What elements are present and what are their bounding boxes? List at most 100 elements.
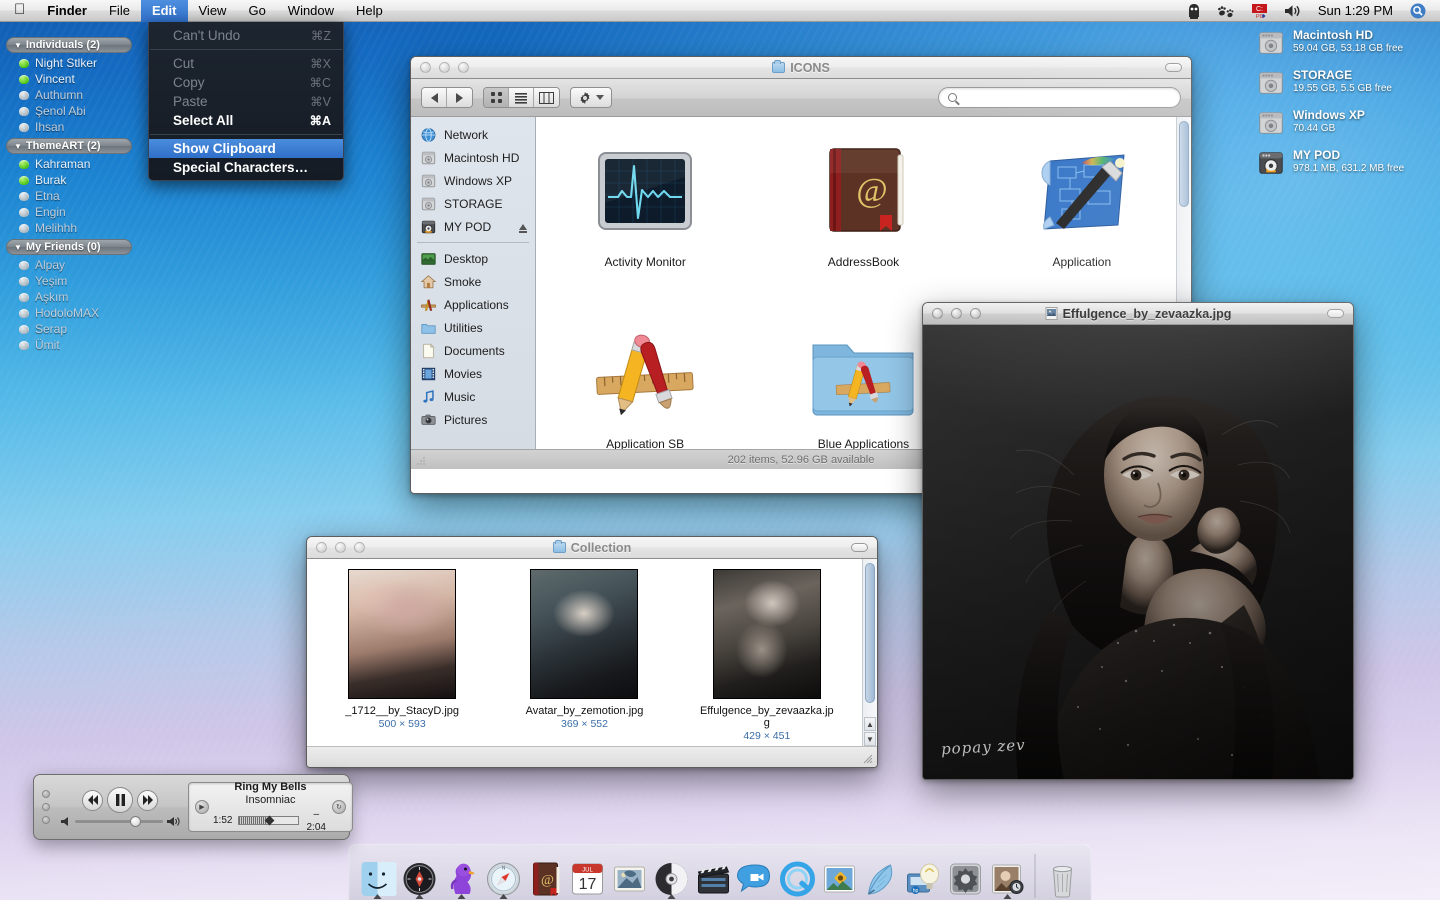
buddy-row[interactable]: Şenol Abi [6, 103, 132, 119]
edit-menu-dropdown[interactable]: Can't Undo ⌘Z Cut ⌘X Copy ⌘C Paste ⌘V Se… [148, 22, 344, 181]
buddy-row[interactable]: Etna [6, 188, 132, 204]
menu-item-paste[interactable]: Paste ⌘V [149, 92, 343, 111]
volume-knob[interactable] [130, 816, 141, 827]
scrollbar-thumb[interactable] [865, 563, 875, 703]
buddy-row[interactable]: Ümit [6, 337, 132, 353]
itunes-display[interactable]: ▶ Ring My Bells Insomniac 1:52 –2:04 ↻ [188, 781, 353, 833]
sidebar-item-my-pod[interactable]: MY POD [411, 215, 535, 238]
play-pause-button[interactable] [107, 787, 133, 813]
player-window-controls[interactable] [40, 790, 52, 824]
search-input[interactable] [938, 87, 1181, 108]
minimize-button[interactable] [951, 308, 962, 319]
column-view-button[interactable] [534, 88, 559, 107]
minimize-button[interactable] [335, 542, 346, 553]
dock-item-hp-utility[interactable]: hp [904, 854, 944, 898]
progress-bar[interactable] [238, 815, 299, 826]
dock-item-system-preferences[interactable] [946, 854, 986, 898]
sidebar-item-windows-xp[interactable]: Windows XP [411, 169, 535, 192]
finder-titlebar[interactable]: ICONS [411, 57, 1191, 79]
sidebar-item-pictures[interactable]: Pictures [411, 408, 535, 431]
zoom-button[interactable] [970, 308, 981, 319]
dock-item-ical[interactable]: JUL 17 [568, 854, 608, 898]
photo-thumbnail[interactable] [530, 569, 639, 699]
dock-item-iphoto[interactable] [820, 854, 860, 898]
disclosure-triangle-icon[interactable]: ▼ [14, 243, 22, 252]
buddy-row[interactable]: Aşkım [6, 289, 132, 305]
buddy-row[interactable]: Vincent [6, 71, 132, 87]
window-controls[interactable] [307, 542, 365, 553]
finder-sidebar[interactable]: Network Macintosh HD Windows XP STORAGE … [411, 117, 536, 449]
menu-item-cant-undo[interactable]: Can't Undo ⌘Z [149, 26, 343, 45]
desktop-drive[interactable]: STORAGE 19.55 GB, 5.5 GB free [1256, 68, 1436, 98]
spotlight-search-icon[interactable] [1402, 0, 1434, 22]
close-button[interactable] [420, 62, 431, 73]
finder-item[interactable]: Application SB [536, 307, 754, 449]
menu-bar-clock[interactable]: Sun 1:29 PM [1309, 3, 1402, 18]
buddy-row[interactable]: HodoloMAX [6, 305, 132, 321]
icon-view-button[interactable] [484, 88, 509, 107]
buddy-group-header[interactable]: ▼ Individuals (2) [6, 37, 132, 53]
dock-item-idvd[interactable] [652, 854, 692, 899]
toolbar-toggle-button[interactable] [851, 543, 868, 552]
desktop-drive[interactable]: Macintosh HD 59.04 GB, 53.18 GB free [1256, 28, 1436, 58]
menu-file[interactable]: File [98, 0, 141, 22]
close-button[interactable] [316, 542, 327, 553]
scroll-up-button[interactable]: ▲ [864, 717, 876, 731]
dock-item-ichat[interactable] [736, 854, 776, 898]
window-controls[interactable] [411, 62, 469, 73]
sidebar-item-movies[interactable]: Movies [411, 362, 535, 385]
photo-thumbnail[interactable] [348, 569, 457, 699]
finder-window-collection[interactable]: Collection _1712__by_StacyD.jpg 500 × 59… [306, 536, 878, 768]
zoom-button[interactable] [458, 62, 469, 73]
repeat-button[interactable]: ↻ [331, 800, 346, 814]
close-button[interactable] [932, 308, 943, 319]
transport-controls[interactable] [60, 787, 180, 827]
resize-grip-icon[interactable] [416, 455, 427, 466]
itunes-mini-player[interactable]: ▶ Ring My Bells Insomniac 1:52 –2:04 ↻ [33, 774, 353, 840]
toolbar-toggle-button[interactable] [1327, 309, 1344, 318]
buddy-row[interactable]: Yeşim [6, 273, 132, 289]
dock-item-mail[interactable] [610, 854, 650, 898]
buddy-group-header[interactable]: ▼ ThemeART (2) [6, 138, 132, 154]
collection-item[interactable]: Avatar_by_zemotion.jpg 369 × 552 [493, 569, 675, 746]
dock-item-photo-booth[interactable] [988, 854, 1028, 899]
volume-icon[interactable] [1276, 0, 1309, 22]
scroll-down-button[interactable]: ▼ [864, 732, 876, 746]
desktop-drive[interactable]: Windows XP 70.44 GB [1256, 108, 1436, 138]
buddy-row[interactable]: Alpay [6, 257, 132, 273]
minimize-button[interactable] [42, 803, 50, 811]
buddy-row[interactable]: Kahraman [6, 156, 132, 172]
list-view-button[interactable] [509, 88, 534, 107]
dock-item-imovie[interactable] [694, 854, 734, 898]
sidebar-item-storage[interactable]: STORAGE [411, 192, 535, 215]
dock-item-quicktime[interactable] [778, 854, 818, 898]
menu-help[interactable]: Help [345, 0, 394, 22]
info-toggle-button[interactable]: ▶ [195, 800, 209, 814]
close-button[interactable] [42, 790, 50, 798]
menu-bar[interactable]:  Finder File Edit View Go Window Help [0, 0, 1440, 22]
sidebar-item-music[interactable]: Music [411, 385, 535, 408]
apple-logo-icon[interactable]:  [0, 2, 36, 17]
finder-item[interactable]: Application [973, 125, 1191, 307]
toolbar-toggle-button[interactable] [1165, 63, 1182, 72]
dock-item-safari[interactable]: N [484, 854, 524, 899]
zoom-button[interactable] [42, 816, 50, 824]
sidebar-item-home[interactable]: Smoke [411, 270, 535, 293]
parallels-pc-icon[interactable]: C: PC [1243, 0, 1276, 22]
collection-item[interactable]: Effulgence_by_zevaazka.jpg 429 × 451 [676, 569, 858, 746]
buddy-row[interactable]: Melihhh [6, 220, 132, 236]
buddy-group-header[interactable]: ▼ My Friends (0) [6, 239, 132, 255]
preview-titlebar[interactable]: Effulgence_by_zevaazka.jpg [923, 303, 1353, 325]
finder-item[interactable]: Activity Monitor [536, 125, 754, 307]
dock-item-feather[interactable] [862, 854, 902, 898]
zoom-button[interactable] [354, 542, 365, 553]
window-controls[interactable] [923, 308, 981, 319]
buddy-row[interactable]: Burak [6, 172, 132, 188]
scrollbar-thumb[interactable] [1179, 121, 1189, 207]
finder-item[interactable]: @ AddressBook [754, 125, 972, 307]
next-button[interactable] [137, 789, 158, 811]
menu-item-cut[interactable]: Cut ⌘X [149, 54, 343, 73]
eject-icon[interactable] [519, 223, 527, 233]
ghost-icon[interactable] [1179, 0, 1209, 22]
disclosure-triangle-icon[interactable]: ▼ [14, 142, 22, 151]
